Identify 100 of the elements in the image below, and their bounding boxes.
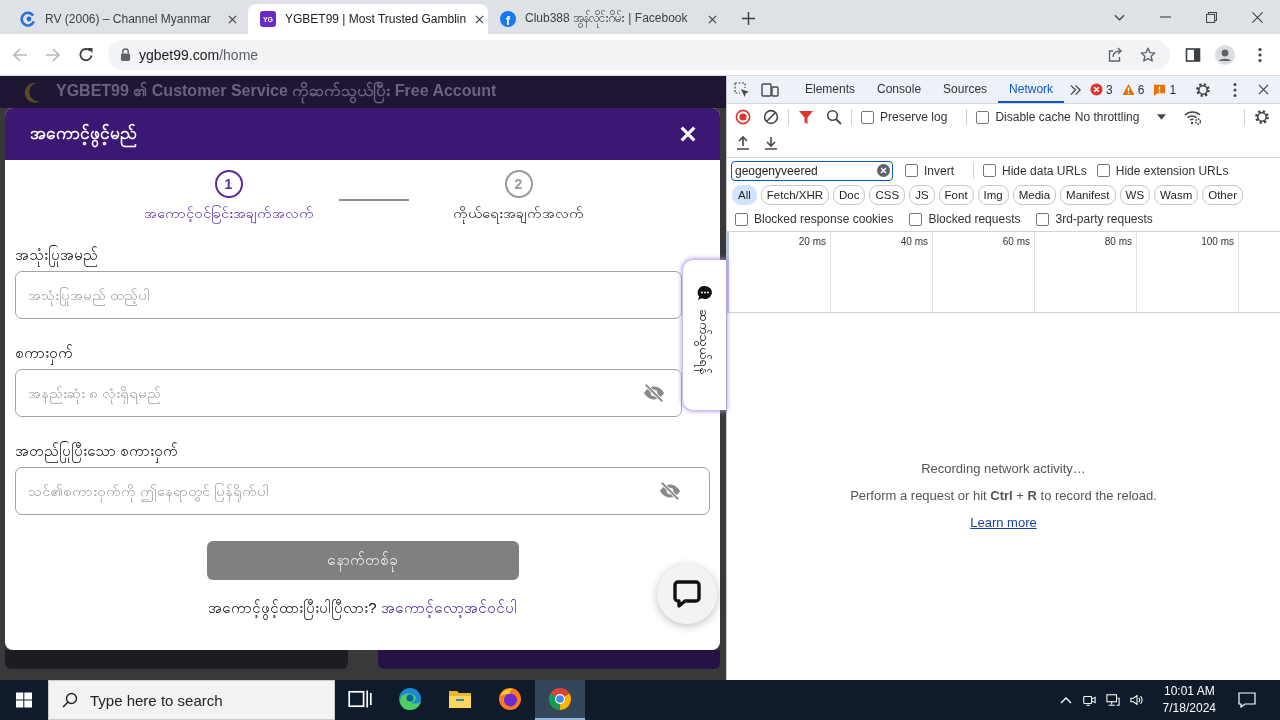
login-link[interactable]: အကောင့်လော့အင်ဝင်ပါ xyxy=(380,599,517,616)
type-filter-chip[interactable]: Font xyxy=(938,185,974,205)
devtools-tab[interactable]: Sources xyxy=(932,76,999,103)
devtools-tab[interactable]: Network xyxy=(998,76,1065,103)
reload-icon[interactable] xyxy=(78,46,94,63)
network-icon[interactable] xyxy=(1105,693,1120,707)
browser-icon xyxy=(548,687,572,711)
type-filter-chip[interactable]: Doc xyxy=(833,185,866,205)
star-icon[interactable] xyxy=(1140,46,1156,63)
camera-icon[interactable] xyxy=(1081,693,1096,707)
share-icon[interactable] xyxy=(1107,46,1123,63)
upload-icon[interactable] xyxy=(735,134,751,151)
input-field[interactable]: အနည်းဆုံး ၈ လုံးရှိရမည် xyxy=(15,369,682,417)
close-icon[interactable] xyxy=(1258,84,1269,95)
chat-icon xyxy=(696,285,713,301)
checkbox[interactable] xyxy=(1096,164,1110,177)
close-icon[interactable] xyxy=(228,14,237,24)
site-logo: f xyxy=(500,11,516,27)
checkbox-label[interactable]: Hide extension URLs xyxy=(1115,163,1229,178)
checkbox[interactable] xyxy=(983,164,996,177)
checkbox-label[interactable]: Blocked response cookies xyxy=(754,212,894,226)
eye-slash-icon[interactable] xyxy=(643,382,665,404)
address-field[interactable]: ygbet99.com/home xyxy=(108,39,1170,70)
checkbox[interactable] xyxy=(976,110,990,124)
more-menu-icon[interactable] xyxy=(1233,81,1237,98)
side-panel-icon[interactable] xyxy=(1185,46,1201,63)
timeline-tick-label: 80 ms xyxy=(1104,236,1132,247)
checkbox-label[interactable]: Preserve log xyxy=(880,110,948,124)
device-toolbar-icon[interactable] xyxy=(761,81,779,98)
throttling-dropdown[interactable]: No throttling xyxy=(1074,110,1167,124)
step-label: ကိုယ်ရေးအချက်အလက် xyxy=(453,204,584,225)
inspect-icon[interactable] xyxy=(734,81,750,98)
input-field[interactable]: သင်၏စကားဝှက်ကို ဤနေရာတွင် ပြန်ရိုက်ပါ xyxy=(15,467,710,515)
timeline-tick-label: 100 ms xyxy=(1201,236,1234,247)
type-filter-chip[interactable]: WS xyxy=(1119,185,1151,205)
clear-input-icon[interactable] xyxy=(877,164,890,177)
download-icon[interactable] xyxy=(763,134,779,151)
profile-avatar-icon[interactable] xyxy=(1215,44,1235,65)
notification-icon[interactable] xyxy=(1238,692,1256,708)
restore-icon[interactable] xyxy=(1205,11,1217,23)
more-menu-icon[interactable] xyxy=(1258,46,1262,63)
checkbox[interactable] xyxy=(735,212,748,226)
browser-tab[interactable]: f Club388 အွန်လိုင်းဂိမ်း | Facebook xyxy=(488,4,728,34)
checkbox-label[interactable]: Blocked requests xyxy=(928,212,1021,226)
taskbar-search-field[interactable]: Type here to search xyxy=(48,680,335,720)
type-filter-chip[interactable]: Img xyxy=(977,185,1009,205)
network-settings-icon[interactable] xyxy=(1184,109,1203,125)
filter-icon[interactable] xyxy=(798,109,814,125)
checkbox[interactable] xyxy=(861,110,874,124)
search-icon[interactable] xyxy=(826,109,842,125)
browser-icon xyxy=(398,687,422,711)
issue-counter[interactable]: 1 xyxy=(1153,82,1177,97)
type-filter-chip[interactable]: Fetch/XHR xyxy=(760,185,830,205)
checkbox[interactable] xyxy=(905,164,918,177)
type-filter-chip[interactable]: All xyxy=(732,185,757,205)
input-field[interactable]: အသုံးပြုအမည် ထည့်ပါ xyxy=(15,271,682,319)
checkbox[interactable] xyxy=(1036,212,1050,226)
type-filter-chip[interactable]: Manifest xyxy=(1060,185,1116,205)
warning-icon xyxy=(1121,83,1135,96)
hint-text: Perform a request or hit Ctrl + R to record the reload. xyxy=(850,488,1157,503)
checkbox[interactable] xyxy=(909,212,923,226)
clear-icon[interactable] xyxy=(763,109,779,125)
new-tab-icon[interactable] xyxy=(742,12,755,25)
eye-slash-icon[interactable] xyxy=(659,480,681,502)
browser-tab[interactable]: RV (2006) – Channel Myanmar xyxy=(8,4,248,34)
banner-text: YGBET99 ၏ Customer Service ကိုဆက်သွယ်ပြီး Free Account xyxy=(56,80,497,104)
devtools-tab[interactable]: Console xyxy=(866,76,933,103)
field-label: စကားဝှက် xyxy=(15,341,73,365)
close-icon[interactable] xyxy=(475,14,485,24)
settings-icon[interactable] xyxy=(1195,81,1211,98)
type-filter-chip[interactable]: Media xyxy=(1012,185,1057,205)
clock-time[interactable]: 10:01 AM xyxy=(1163,683,1215,700)
volume-icon[interactable] xyxy=(1129,693,1144,707)
contact-side-tab[interactable]: ဆက်သွယ်ရန် xyxy=(683,260,726,410)
checkbox-label[interactable]: 3rd-party requests xyxy=(1055,212,1153,226)
checkbox-label[interactable]: Invert xyxy=(924,163,954,178)
filter-field[interactable]: geogenyveered xyxy=(731,160,893,181)
minimize-icon[interactable] xyxy=(1159,16,1171,18)
issue-counter[interactable]: 3 xyxy=(1090,82,1113,97)
devtools-tab[interactable]: Elements xyxy=(794,76,867,103)
checkbox-label[interactable]: Disable cache xyxy=(995,110,1071,124)
lock-icon[interactable] xyxy=(120,48,131,61)
clock-date[interactable]: 7/18/2024 xyxy=(1162,700,1216,717)
type-filter-chip[interactable]: JS xyxy=(909,185,935,205)
settings-icon[interactable] xyxy=(1254,109,1270,125)
type-filter-chip[interactable]: CSS xyxy=(869,185,906,205)
close-icon[interactable] xyxy=(1251,11,1263,23)
checkbox-label[interactable]: Hide data URLs xyxy=(1002,163,1087,178)
learn-more-link[interactable]: Learn more xyxy=(970,515,1037,530)
record-icon[interactable] xyxy=(735,109,751,125)
start-icon[interactable] xyxy=(16,692,32,708)
type-filter-chip[interactable]: Other xyxy=(1202,185,1243,205)
issue-counter[interactable]: 6 xyxy=(1121,82,1145,97)
field-label: အတည်ပြုပြီးသော စကားဝှက် xyxy=(15,439,179,463)
type-filter-chip[interactable]: Wasm xyxy=(1154,185,1199,205)
close-icon[interactable] xyxy=(708,14,717,24)
caret-down-icon xyxy=(1157,114,1167,120)
chat-icon xyxy=(672,579,702,609)
step-number: 2 xyxy=(504,170,533,198)
more-tabs-icon[interactable] xyxy=(1069,83,1083,96)
